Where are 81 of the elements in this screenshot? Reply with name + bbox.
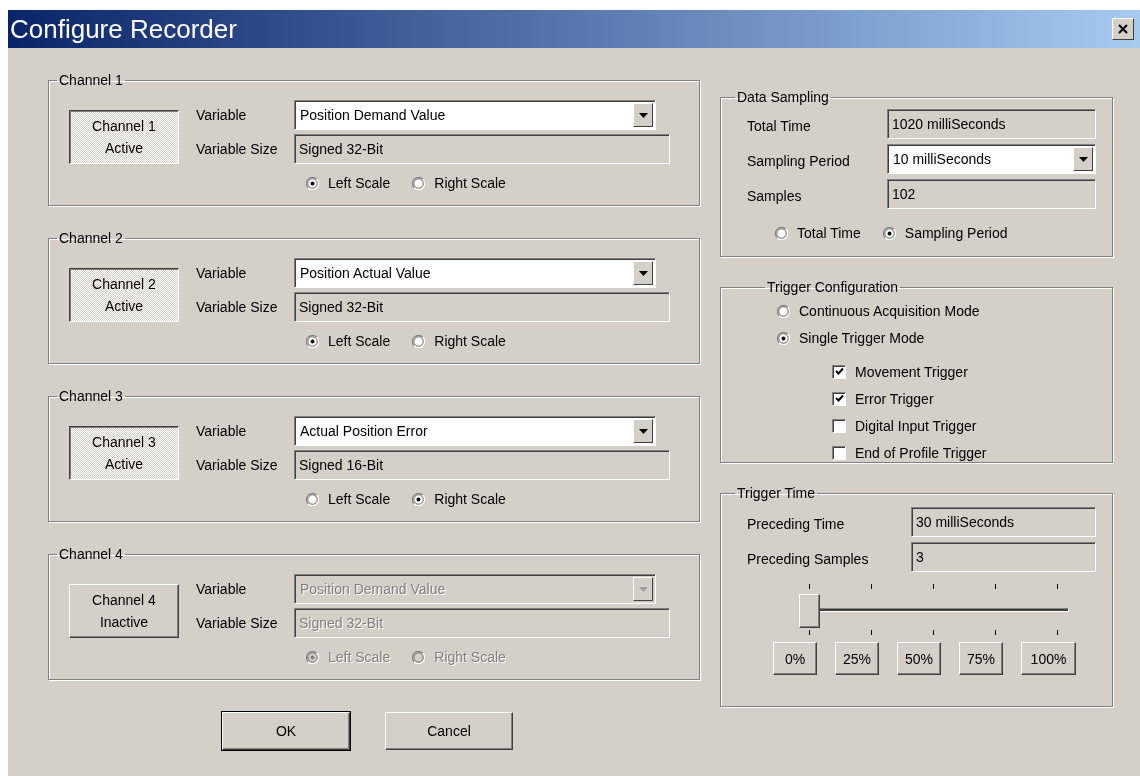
read-only-field: Signed 16-Bit [294, 450, 670, 480]
field-label: Preceding Time [747, 515, 846, 532]
read-only-field: Signed 32-Bit [294, 292, 670, 322]
channel-toggle-button[interactable]: Channel 1 Active [69, 110, 179, 164]
checkbox[interactable]: Movement Trigger [832, 358, 968, 385]
preset-button[interactable]: 50% [897, 642, 941, 675]
caret-icon [638, 428, 648, 434]
field-label: Preceding Samples [747, 550, 870, 567]
tick-mark [809, 584, 810, 589]
tick-mark [871, 630, 872, 635]
read-only-field: Signed 32-Bit [294, 134, 670, 164]
group-title: Channel 2 [58, 230, 124, 246]
group-title: Channel 4 [58, 546, 124, 562]
radio-button[interactable]: Right Scale [412, 489, 506, 509]
preset-button[interactable]: 75% [959, 642, 1003, 675]
read-only-field: 102 [887, 179, 1096, 209]
field-label: Samples [747, 187, 803, 204]
field-label: Variable Size [196, 457, 279, 473]
tick-mark [933, 630, 934, 635]
radio-button[interactable]: Total Time [775, 223, 861, 243]
dropdown[interactable]: 10 milliSeconds [887, 144, 1096, 174]
channel-toggle-button[interactable]: Channel 3 Active [69, 426, 179, 480]
tick-mark [809, 630, 810, 635]
radio-button[interactable]: Single Trigger Mode [777, 328, 925, 348]
read-only-field: Signed 32-Bit [294, 608, 670, 638]
field-label: Variable [196, 423, 248, 439]
tick-mark [995, 584, 996, 589]
tick-mark [871, 584, 872, 589]
read-only-field: 3 [911, 542, 1096, 572]
tick-mark [933, 584, 934, 589]
checkbox[interactable]: Digital Input Trigger [832, 412, 977, 439]
dropdown-button[interactable] [633, 419, 653, 443]
field-label: Variable [196, 107, 248, 123]
dropdown-button[interactable] [633, 261, 653, 285]
tick-mark [995, 630, 996, 635]
checkbox[interactable]: End of Profile Trigger [832, 439, 987, 466]
dropdown[interactable]: Actual Position Error [294, 416, 656, 446]
dropdown[interactable]: Position Demand Value [294, 100, 656, 130]
slider-thumb[interactable] [799, 594, 820, 628]
group-title: Channel 1 [58, 72, 124, 88]
close-icon [1118, 24, 1128, 34]
caret-icon [638, 270, 648, 276]
field-label: Sampling Period [747, 152, 851, 169]
field-label: Variable [196, 581, 248, 597]
field-label: Variable Size [196, 141, 279, 157]
checkbox[interactable]: Error Trigger [832, 385, 934, 412]
caret-icon [638, 586, 648, 592]
dropdown-button[interactable] [633, 577, 653, 601]
radio-button[interactable]: Left Scale [306, 489, 391, 509]
tick-mark [1057, 584, 1058, 589]
close-button[interactable] [1112, 18, 1134, 40]
radio-button[interactable]: Right Scale [412, 331, 506, 351]
field-label: Variable [196, 265, 248, 281]
radio-button[interactable]: Left Scale [306, 173, 391, 193]
dropdown[interactable]: Position Actual Value [294, 258, 656, 288]
dropdown-button[interactable] [633, 103, 653, 127]
group-title: Channel 3 [58, 388, 124, 404]
group-title: Trigger Time [736, 485, 817, 501]
radio-button[interactable]: Continuous Acquisition Mode [777, 301, 980, 321]
channel-toggle-button[interactable]: Channel 2 Active [69, 268, 179, 322]
dialog-button[interactable]: OK [222, 712, 350, 750]
read-only-field: 30 milliSeconds [911, 507, 1096, 537]
dialog-button[interactable]: Cancel [385, 712, 513, 750]
dropdown-button[interactable] [1073, 147, 1093, 171]
preset-button[interactable]: 100% [1021, 642, 1076, 675]
radio-button[interactable]: Right Scale [412, 173, 506, 193]
preset-button[interactable]: 0% [773, 642, 817, 675]
caret-icon [1078, 156, 1088, 162]
read-only-field: 1020 milliSeconds [887, 109, 1096, 139]
group-title: Data Sampling [736, 89, 830, 105]
group-title: Trigger Configuration [766, 279, 899, 295]
caret-icon [638, 112, 648, 118]
channel-toggle-button[interactable]: Channel 4 Inactive [69, 584, 179, 638]
window-title: Configure Recorder [10, 13, 237, 45]
field-label: Total Time [747, 117, 812, 134]
tick-mark [1057, 630, 1058, 635]
field-label: Variable Size [196, 299, 279, 315]
preset-button[interactable]: 25% [835, 642, 879, 675]
field-label: Variable Size [196, 615, 279, 631]
radio-button[interactable]: Sampling Period [882, 223, 1008, 243]
radio-button[interactable]: Left Scale [306, 331, 391, 351]
